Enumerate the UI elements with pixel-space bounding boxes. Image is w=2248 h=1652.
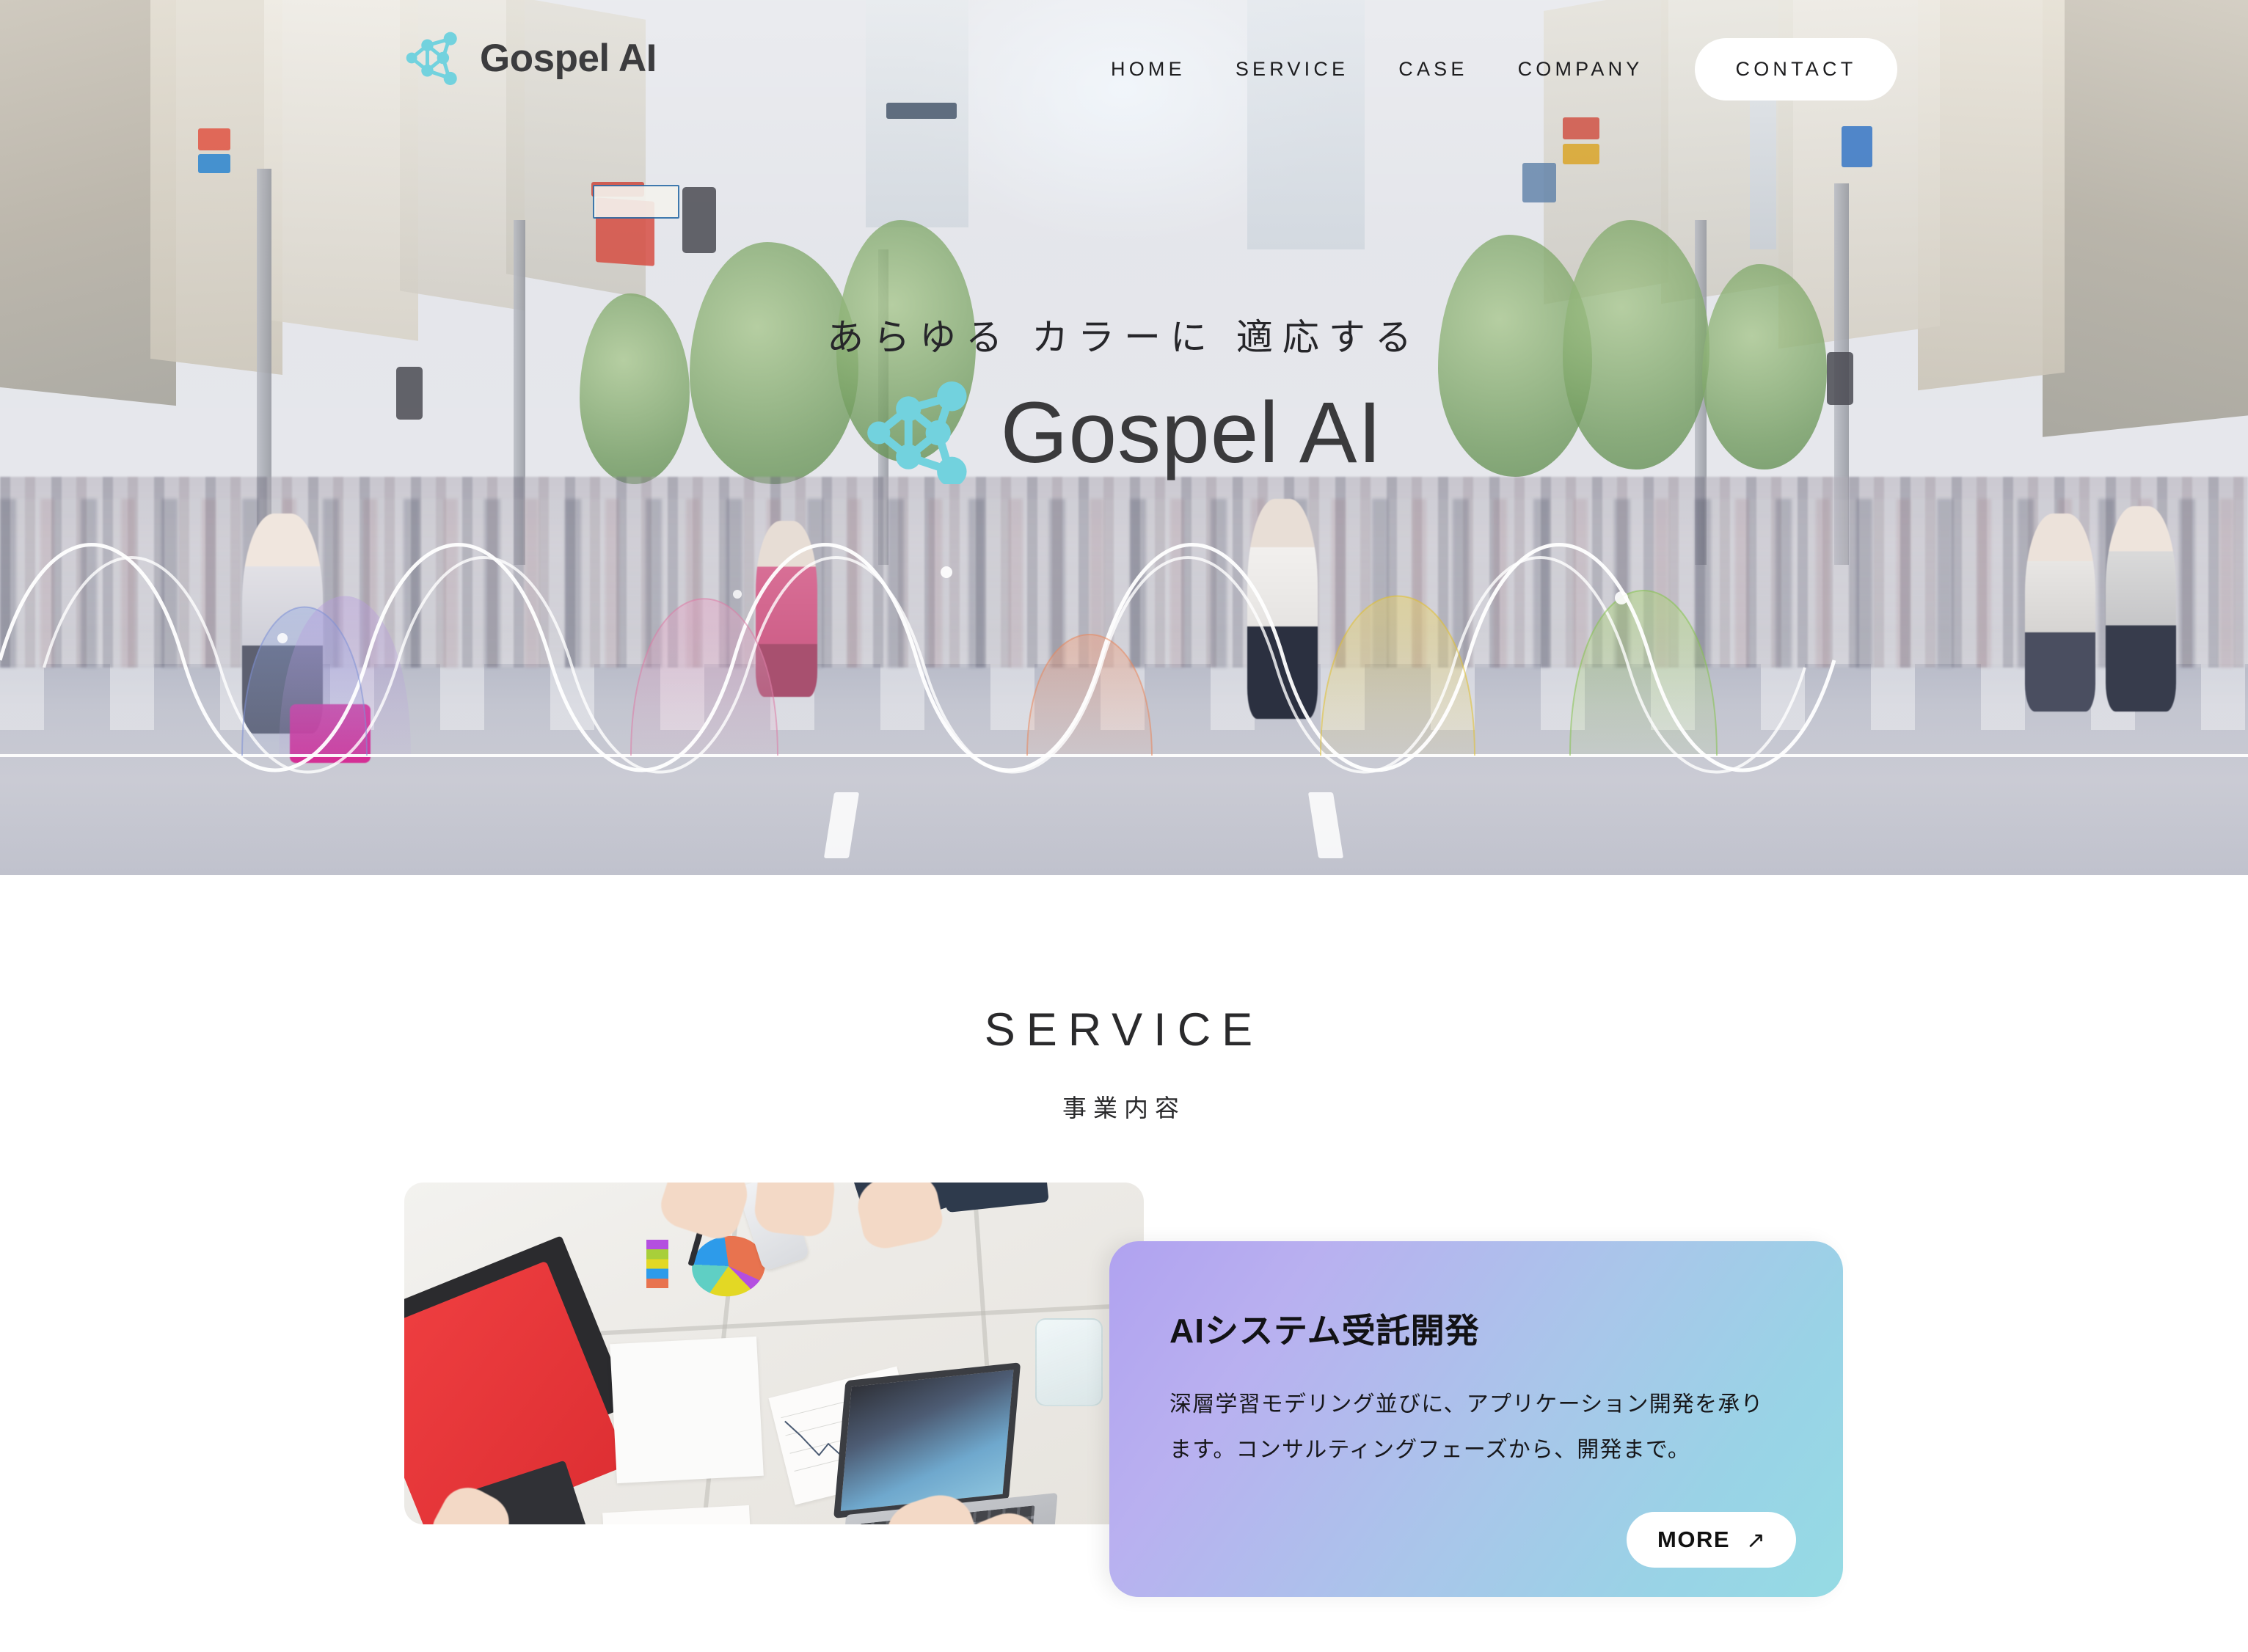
shop-sign-5 [1563,144,1599,164]
hero-wave-graphic [0,513,2248,807]
nav-item-service[interactable]: SERVICE [1211,58,1373,81]
more-button[interactable]: MORE ↗ [1627,1512,1796,1568]
chart-paper-pie [610,1336,764,1484]
hero-content: あらゆる カラーに 適応する Gospel AI [0,308,2248,484]
network-graph-icon [406,32,457,85]
wave-svg [0,543,2248,774]
more-button-label: MORE [1657,1527,1731,1552]
service-section: SERVICE 事業内容 AIシステム受託開発 深層学習モデリング並びに、アプリ… [0,875,2248,1604]
shop-sign-6 [1842,126,1872,167]
shop-sign-7 [1522,163,1556,202]
nav-item-case[interactable]: CASE [1373,58,1492,81]
nav-item-company[interactable]: COMPANY [1493,58,1668,81]
service-title: SERVICE [984,1004,1264,1056]
nav-item-home[interactable]: HOME [1086,58,1211,81]
traffic-light-1 [682,187,716,253]
service-card-title: AIシステム受託開発 [1169,1312,1480,1350]
shop-sign-2 [198,154,230,173]
arrow-up-right-icon: ↗ [1746,1527,1765,1553]
shop-sign-1 [198,128,230,150]
bar-chart-paper [602,1505,756,1524]
service-card[interactable]: AIシステム受託開発 深層学習モデリング並びに、アプリケーション開発を承ります。… [1109,1241,1843,1597]
hero-title: Gospel AI [1000,384,1383,481]
laptop-screen [833,1362,1021,1518]
pie-chart-legend [646,1240,668,1288]
hand-3 [655,1183,755,1245]
hand-5 [853,1183,946,1253]
service-photo [404,1183,1144,1524]
network-graph-icon [866,381,967,484]
street-name-sign [593,185,679,219]
service-content: AIシステム受託開発 深層学習モデリング並びに、アプリケーション開発を承ります。… [0,1183,2248,1652]
service-heading-group: SERVICE 事業内容 [0,875,2248,1124]
hero-tagline: あらゆる カラーに 適応する [827,317,1421,358]
service-card-description: 深層学習モデリング並びに、アプリケーション開発を承ります。コンサルティングフェー… [1169,1392,1764,1462]
contact-button[interactable]: CONTACT [1694,38,1898,100]
hero-section: Gospel AI HOME SERVICE CASE COMPANY CONT… [0,0,2248,875]
hero-title-row: Gospel AI [0,381,2248,484]
suit-sleeve-2 [941,1183,1049,1213]
site-header: Gospel AI HOME SERVICE CASE COMPANY CONT… [0,0,2248,125]
main-navigation: HOME SERVICE CASE COMPANY CONTACT [1086,38,1898,100]
brand-name: Gospel AI [480,36,657,80]
brand-logo-link[interactable]: Gospel AI [405,31,657,85]
service-subtitle: 事業内容 [1062,1094,1186,1122]
